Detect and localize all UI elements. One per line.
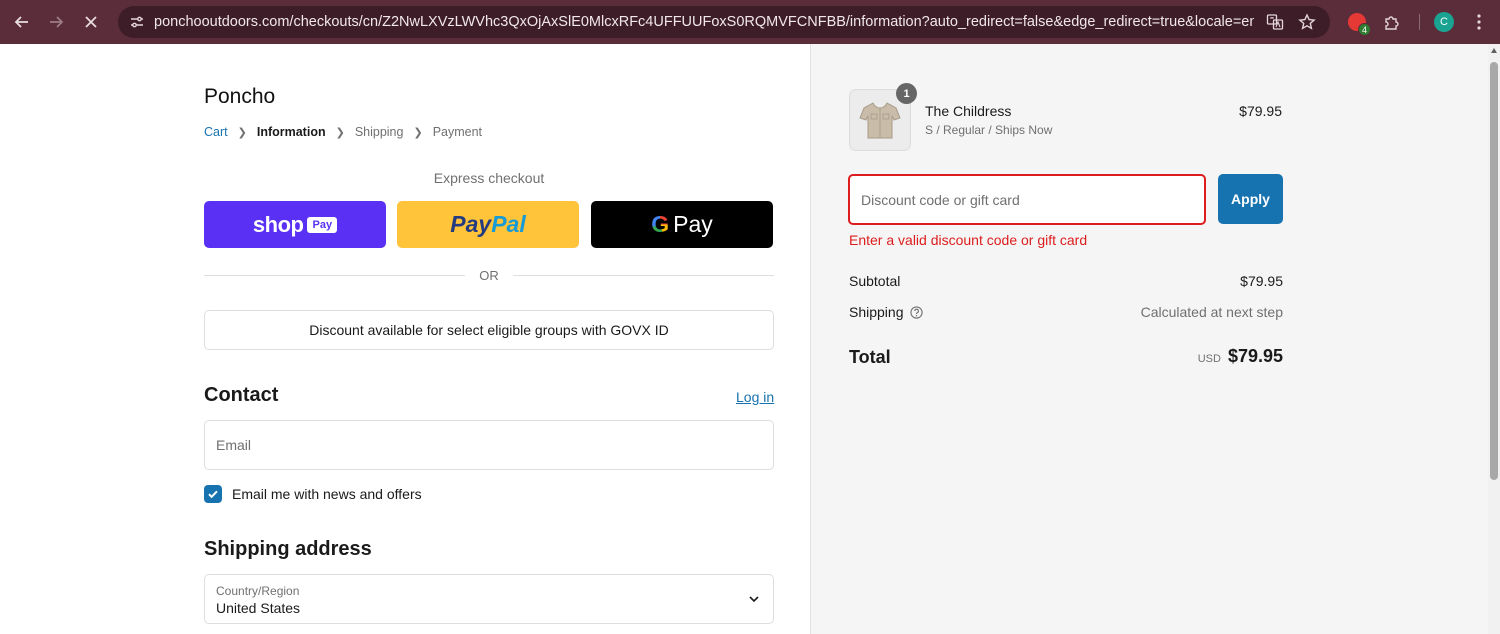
product-name: The Childress: [925, 103, 1012, 119]
country-label: Country/Region: [216, 584, 300, 598]
back-button[interactable]: [8, 8, 36, 36]
total-label: Total: [849, 347, 891, 367]
country-select[interactable]: Country/Region United States: [204, 574, 774, 624]
extension-red-icon: 4: [1348, 13, 1371, 36]
breadcrumb-cart[interactable]: Cart: [204, 125, 228, 139]
paypal-button[interactable]: PayPal: [397, 201, 579, 248]
chevron-right-icon: ❯: [237, 126, 247, 139]
tune-icon[interactable]: [128, 13, 146, 31]
newsletter-checkbox[interactable]: [204, 485, 222, 503]
extension-button[interactable]: 4: [1346, 11, 1371, 36]
total-amount: USD $79.95: [1083, 346, 1283, 367]
toolbar-divider: [1419, 14, 1420, 30]
country-value: United States: [216, 600, 301, 616]
browser-toolbar: ponchooutdoors.com/checkouts/cn/Z2NwLXVz…: [0, 0, 1500, 44]
checkout-main: Poncho Cart ❯ Information ❯ Shipping ❯ P…: [0, 44, 810, 634]
shipping-address-heading: Shipping address: [204, 538, 372, 560]
puzzle-icon[interactable]: [1381, 11, 1403, 33]
email-field[interactable]: [204, 420, 774, 470]
arrow-left-icon: [14, 16, 28, 28]
paypal-wordmark: PayPal: [450, 211, 526, 237]
extension-badge: 4: [1358, 23, 1371, 36]
chevron-right-icon: ❯: [335, 126, 345, 139]
discount-field[interactable]: [848, 174, 1206, 225]
product-price: $79.95: [1239, 103, 1282, 119]
discount-input[interactable]: [850, 176, 1204, 223]
total-currency: USD: [1197, 353, 1221, 365]
forward-button[interactable]: [42, 8, 70, 36]
store-brand[interactable]: Poncho: [204, 85, 275, 109]
quantity-badge: 1: [896, 83, 917, 104]
shipping-value: Calculated at next step: [1140, 304, 1283, 320]
order-summary: [810, 44, 1488, 634]
chevron-right-icon: ❯: [413, 126, 423, 139]
discount-error: Enter a valid discount code or gift card: [849, 232, 1088, 248]
close-icon: [85, 16, 97, 28]
chevron-down-icon: [749, 596, 759, 603]
checkmark-icon: [208, 490, 218, 499]
profile-avatar[interactable]: C: [1434, 12, 1454, 32]
shipping-label-row: Shipping: [849, 304, 923, 320]
page-scrollbar[interactable]: [1488, 44, 1500, 634]
newsletter-checkbox-row[interactable]: Email me with news and offers: [204, 485, 422, 503]
google-g-icon: G: [651, 211, 670, 237]
shop-pay-tag: Pay: [307, 216, 338, 233]
total-value: $79.95: [1227, 346, 1283, 366]
shop-pay-wordmark: shop: [252, 211, 304, 237]
kebab-menu-icon[interactable]: [1468, 11, 1490, 33]
shirt-icon: [859, 102, 901, 139]
log-in-link[interactable]: Log in: [736, 389, 774, 405]
product-variant: S / Regular / Ships Now: [925, 123, 1053, 137]
address-bar[interactable]: ponchooutdoors.com/checkouts/cn/Z2NwLXVz…: [118, 6, 1330, 38]
google-pay-button[interactable]: G Pay: [591, 201, 773, 248]
question-circle-icon[interactable]: [909, 305, 923, 319]
url-text[interactable]: ponchooutdoors.com/checkouts/cn/Z2NwLXVz…: [154, 14, 1254, 30]
stop-loading-button[interactable]: [77, 8, 105, 36]
or-divider: OR: [204, 266, 774, 284]
email-input[interactable]: [205, 421, 773, 469]
contact-heading: Contact: [204, 384, 279, 406]
subtotal-label: Subtotal: [849, 273, 901, 289]
translate-icon[interactable]: [1266, 13, 1284, 31]
govx-discount-button[interactable]: Discount available for select eligible g…: [204, 310, 774, 350]
express-checkout-label: Express checkout: [433, 170, 545, 186]
scroll-up-arrow-icon[interactable]: [1491, 48, 1497, 53]
star-icon[interactable]: [1298, 13, 1316, 31]
arrow-right-icon: [50, 16, 64, 28]
apply-button[interactable]: Apply: [1218, 174, 1283, 224]
google-pay-wordmark: G Pay: [651, 211, 713, 237]
breadcrumb-payment: Payment: [432, 125, 483, 139]
newsletter-label: Email me with news and offers: [232, 486, 422, 502]
shipping-label: Shipping: [849, 304, 904, 320]
breadcrumb: Cart ❯ Information ❯ Shipping ❯ Payment: [204, 125, 482, 139]
shop-pay-button[interactable]: shop Pay: [204, 201, 386, 248]
breadcrumb-shipping: Shipping: [354, 125, 404, 139]
subtotal-value: $79.95: [1240, 273, 1283, 289]
breadcrumb-information: Information: [256, 125, 326, 139]
scrollbar-thumb[interactable]: [1490, 62, 1498, 480]
